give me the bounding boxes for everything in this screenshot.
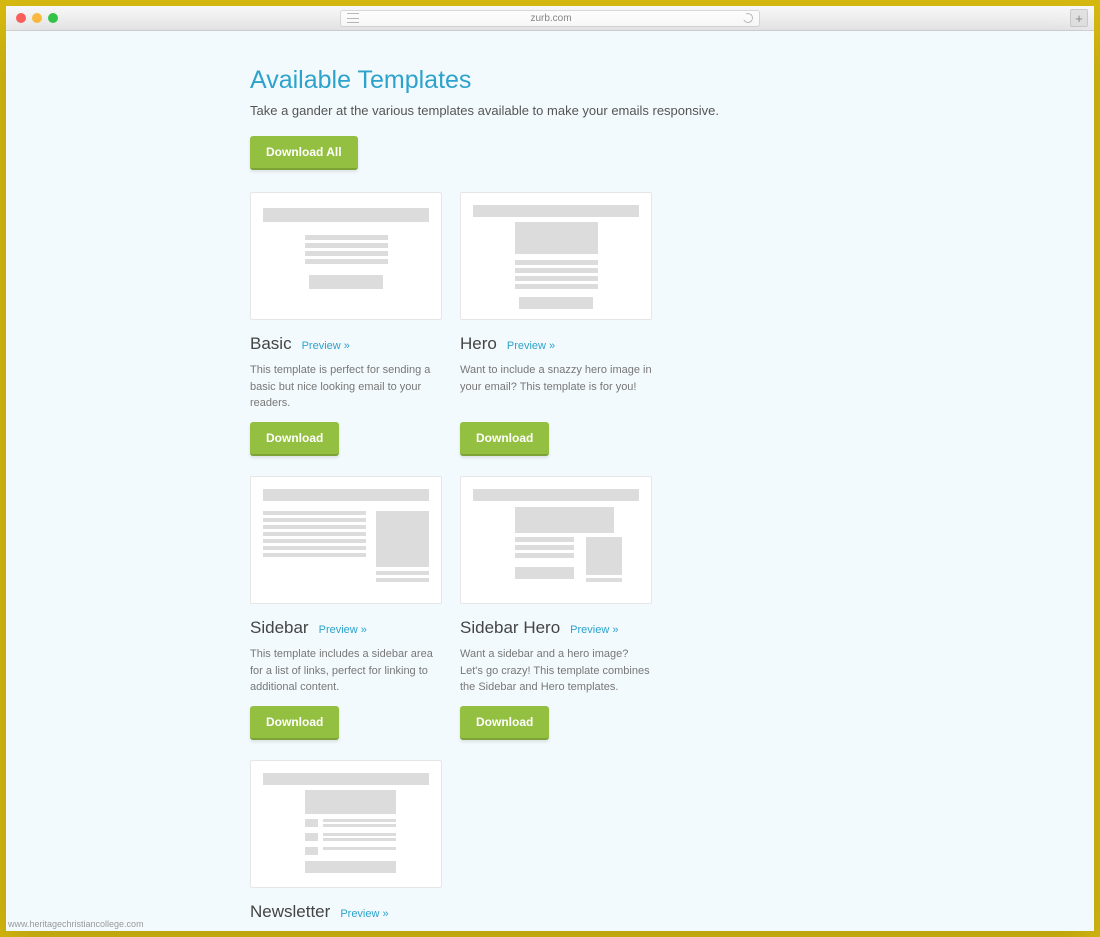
close-icon[interactable] (16, 13, 26, 23)
minimize-icon[interactable] (32, 13, 42, 23)
template-card-sidebar: Sidebar Preview » This template includes… (250, 476, 442, 740)
template-name: Sidebar Hero (460, 618, 560, 638)
preview-link-hero[interactable]: Preview » (507, 340, 555, 352)
image-credit: www.heritagechristiancollege.com (8, 919, 144, 929)
download-button-basic[interactable]: Download (250, 422, 339, 456)
template-card-hero: Hero Preview » Want to include a snazzy … (460, 192, 652, 456)
templates-grid: Basic Preview » This template is perfect… (250, 192, 860, 931)
url-text: zurb.com (359, 13, 743, 24)
template-desc: Want to include a snazzy hero image in y… (460, 362, 652, 412)
template-card-newsletter: Newsletter Preview » This template is pe… (250, 760, 442, 931)
template-card-sidebar-hero: Sidebar Hero Preview » Want a sidebar an… (460, 476, 652, 740)
template-desc: Want a sidebar and a hero image? Let's g… (460, 646, 652, 696)
viewport: Available Templates Take a gander at the… (6, 31, 1094, 931)
preview-link-sidebar[interactable]: Preview » (319, 624, 367, 636)
download-all-button[interactable]: Download All (250, 136, 358, 170)
template-name: Hero (460, 334, 497, 354)
template-desc: This template is perfect for sending a b… (250, 362, 442, 412)
download-button-hero[interactable]: Download (460, 422, 549, 456)
section-heading-templates: Available Templates (250, 66, 860, 95)
template-thumb-basic (250, 192, 442, 320)
template-desc: This template includes a sidebar area fo… (250, 646, 442, 696)
section-lead-templates: Take a gander at the various templates a… (250, 103, 860, 118)
maximize-icon[interactable] (48, 13, 58, 23)
new-tab-button[interactable]: + (1070, 9, 1088, 27)
template-thumb-newsletter (250, 760, 442, 888)
template-name: Sidebar (250, 618, 309, 638)
template-desc: This template is perfect for a point-by-… (250, 930, 442, 931)
reload-icon[interactable] (742, 12, 755, 25)
template-name: Basic (250, 334, 292, 354)
template-thumb-hero (460, 192, 652, 320)
browser-chrome: zurb.com + (6, 6, 1094, 31)
preview-link-newsletter[interactable]: Preview » (340, 908, 388, 920)
download-button-sidebar[interactable]: Download (250, 706, 339, 740)
preview-link-sidebar-hero[interactable]: Preview » (570, 624, 618, 636)
template-thumb-sidebar-hero (460, 476, 652, 604)
template-card-basic: Basic Preview » This template is perfect… (250, 192, 442, 456)
page-content: Available Templates Take a gander at the… (6, 31, 1094, 931)
preview-link-basic[interactable]: Preview » (302, 340, 350, 352)
window-controls (16, 13, 58, 23)
url-bar[interactable]: zurb.com (340, 10, 760, 27)
template-name: Newsletter (250, 902, 330, 922)
reader-icon[interactable] (347, 13, 359, 23)
download-button-sidebar-hero[interactable]: Download (460, 706, 549, 740)
template-thumb-sidebar (250, 476, 442, 604)
